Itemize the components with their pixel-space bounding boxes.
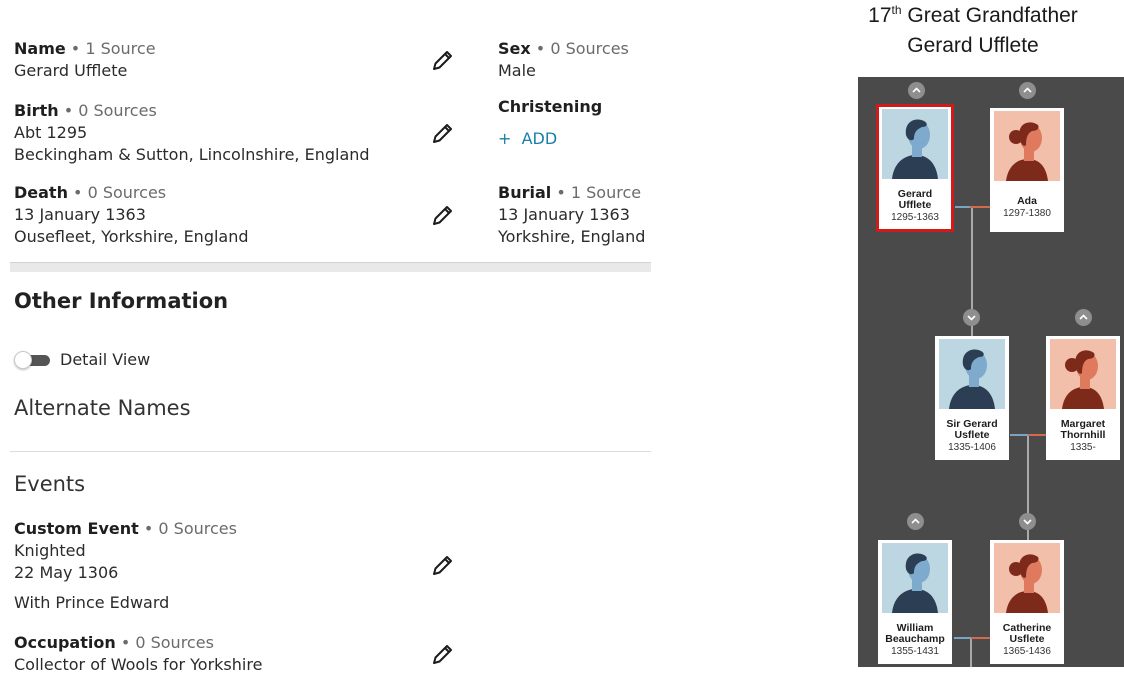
edit-custom-event-button[interactable] xyxy=(431,553,455,577)
person-years: 1355-1431 xyxy=(891,646,939,657)
fact-death: Death • 0 Sources 13 January 1363 Ousefl… xyxy=(14,183,249,246)
sources-count[interactable]: 0 Sources xyxy=(135,633,214,652)
detail-view-toggle[interactable] xyxy=(14,351,52,369)
collapse-button[interactable] xyxy=(1019,513,1036,530)
expand-parents-button[interactable] xyxy=(908,82,925,99)
edit-death-button[interactable] xyxy=(431,203,455,227)
couple-connector xyxy=(954,637,971,639)
divider xyxy=(10,451,651,452)
pencil-icon xyxy=(431,51,455,76)
pencil-icon xyxy=(431,556,455,581)
pencil-icon xyxy=(431,645,455,670)
collapse-button[interactable] xyxy=(963,309,980,326)
person-name: Usflete xyxy=(954,429,990,441)
edit-birth-button[interactable] xyxy=(431,121,455,145)
fact-name: Name • 1 Source Gerard Ufflete xyxy=(14,39,156,80)
person-years: 1365-1436 xyxy=(1003,646,1051,657)
fact-description: With Prince Edward xyxy=(14,593,170,612)
fact-burial: Burial • 1 Source 13 January 1363 Yorksh… xyxy=(498,183,646,246)
couple-connector xyxy=(971,637,990,639)
expand-parents-button[interactable] xyxy=(907,513,924,530)
edit-occupation-button[interactable] xyxy=(431,642,455,666)
person-card-sir-gerard[interactable]: Sir Gerard Usflete 1335-1406 xyxy=(935,336,1009,460)
person-card-gerard[interactable]: Gerard Ufflete 1295-1363 xyxy=(876,104,954,232)
person-years: 1295-1363 xyxy=(891,212,939,223)
detail-view-label: Detail View xyxy=(60,350,151,369)
fact-label: Burial xyxy=(498,183,552,202)
fact-occupation: Occupation • 0 Sources Collector of Wool… xyxy=(14,633,263,674)
fact-label: Christening xyxy=(498,97,603,116)
fact-value: Gerard Ufflete xyxy=(14,61,128,80)
fact-place: Ousefleet, Yorkshire, England xyxy=(14,227,249,246)
fact-date: 13 January 1363 xyxy=(498,205,630,224)
person-name: Ada xyxy=(1017,195,1037,207)
pencil-icon xyxy=(431,124,455,149)
fact-value: Knighted xyxy=(14,541,86,560)
sources-count[interactable]: 1 Source xyxy=(571,183,641,202)
person-years: 1297-1380 xyxy=(1003,208,1051,219)
person-name: Thornhill xyxy=(1060,429,1106,441)
expand-parents-button[interactable] xyxy=(1019,82,1036,99)
fact-value: Male xyxy=(498,61,536,80)
sources-count[interactable]: 0 Sources xyxy=(158,519,237,538)
alternate-names-heading: Alternate Names xyxy=(14,396,191,420)
couple-connector xyxy=(1028,434,1046,436)
sources-count[interactable]: 0 Sources xyxy=(550,39,629,58)
pencil-icon xyxy=(431,206,455,231)
person-card-ada[interactable]: Ada 1297-1380 xyxy=(990,108,1064,232)
person-name: Usflete xyxy=(1009,633,1045,645)
sources-count[interactable]: 0 Sources xyxy=(88,183,167,202)
section-divider xyxy=(10,262,651,272)
couple-connector xyxy=(1010,434,1028,436)
fact-label: Death xyxy=(14,183,68,202)
person-card-margaret[interactable]: Margaret Thornhill 1335- xyxy=(1046,336,1120,460)
male-avatar-icon xyxy=(882,109,948,179)
person-card-william[interactable]: William Beauchamp 1355-1431 xyxy=(878,540,952,664)
couple-connector xyxy=(970,206,990,208)
person-years: 1335-1406 xyxy=(948,442,996,453)
male-avatar-icon xyxy=(882,543,948,613)
fact-christening: Christening + ADD xyxy=(498,96,602,150)
edit-name-button[interactable] xyxy=(431,48,455,72)
female-avatar-icon xyxy=(994,111,1060,181)
sources-count[interactable]: 0 Sources xyxy=(78,101,157,120)
fact-sex: Sex • 0 Sources Male xyxy=(498,39,629,80)
fact-label: Custom Event xyxy=(14,519,139,538)
relationship-person: Gerard Ufflete xyxy=(907,34,1039,57)
add-christening-button[interactable]: + ADD xyxy=(498,129,557,148)
other-information-heading: Other Information xyxy=(14,289,229,313)
toggle-knob xyxy=(14,351,32,369)
female-avatar-icon xyxy=(994,543,1060,613)
fact-label: Occupation xyxy=(14,633,116,652)
fact-birth: Birth • 0 Sources Abt 1295 Beckingham & … xyxy=(14,101,370,164)
fact-label: Name xyxy=(14,39,66,58)
events-heading: Events xyxy=(14,472,86,496)
fact-date: 13 January 1363 xyxy=(14,205,146,224)
expand-parents-button[interactable] xyxy=(1075,309,1092,326)
fact-place: Beckingham & Sutton, Lincolnshire, Engla… xyxy=(14,145,370,164)
fact-value: Collector of Wools for Yorkshire xyxy=(14,655,263,674)
fact-date: 22 May 1306 xyxy=(14,563,119,582)
ordinal-suffix: th xyxy=(891,3,902,17)
person-years: 1335- xyxy=(1070,442,1096,453)
descent-line xyxy=(970,639,972,667)
relationship-title: 17th Great Grandfather xyxy=(830,3,1116,28)
person-name: Beauchamp xyxy=(885,633,945,645)
fact-date: Abt 1295 xyxy=(14,123,88,142)
fact-label: Sex xyxy=(498,39,531,58)
relationship-ordinal: 17 xyxy=(868,4,892,27)
sources-count[interactable]: 1 Source xyxy=(85,39,155,58)
person-card-catherine[interactable]: Catherine Usflete 1365-1436 xyxy=(990,540,1064,664)
fact-place: Yorkshire, England xyxy=(498,227,646,246)
family-tree-panel[interactable]: Gerard Ufflete 1295-1363 Ada 1297-1380 Sir … xyxy=(858,77,1124,667)
person-name: Ufflete xyxy=(898,199,932,211)
couple-connector xyxy=(955,206,970,208)
male-avatar-icon xyxy=(939,339,1005,409)
fact-label: Birth xyxy=(14,101,59,120)
fact-custom-event: Custom Event • 0 Sources Knighted 22 May… xyxy=(14,519,237,612)
relationship-label: Great Grandfather xyxy=(901,4,1078,27)
female-avatar-icon xyxy=(1050,339,1116,409)
